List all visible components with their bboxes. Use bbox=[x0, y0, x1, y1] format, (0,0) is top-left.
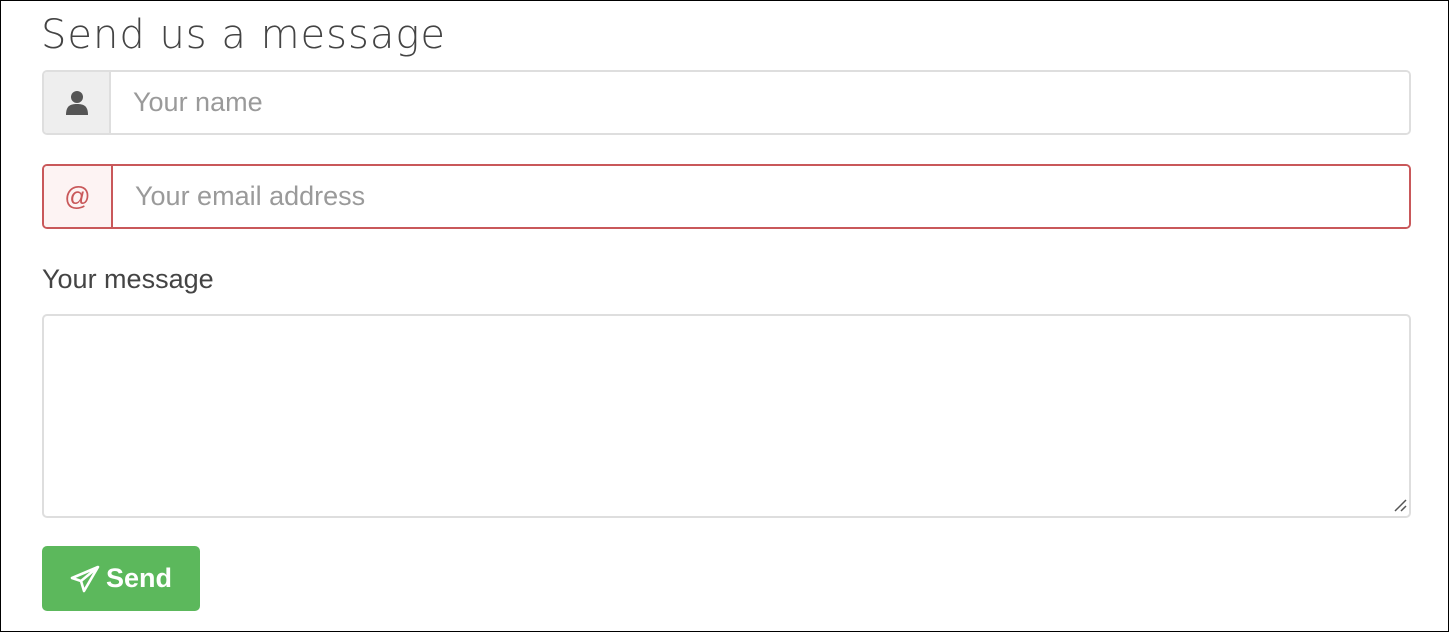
name-field[interactable] bbox=[111, 72, 1409, 133]
email-input-group: @ bbox=[42, 164, 1411, 229]
name-input-group bbox=[42, 70, 1411, 135]
send-button[interactable]: Send bbox=[42, 546, 200, 611]
user-icon bbox=[44, 72, 111, 133]
form-title: Send us a message bbox=[41, 12, 446, 58]
at-icon: @ bbox=[44, 166, 113, 227]
contact-form: Send us a message @ Your message Send bbox=[0, 0, 1449, 632]
paper-plane-icon bbox=[70, 565, 100, 593]
email-field[interactable] bbox=[113, 166, 1409, 227]
message-label: Your message bbox=[42, 264, 214, 294]
message-textarea[interactable] bbox=[42, 314, 1411, 518]
resize-handle-icon[interactable] bbox=[1393, 498, 1407, 512]
send-label: Send bbox=[105, 563, 172, 593]
